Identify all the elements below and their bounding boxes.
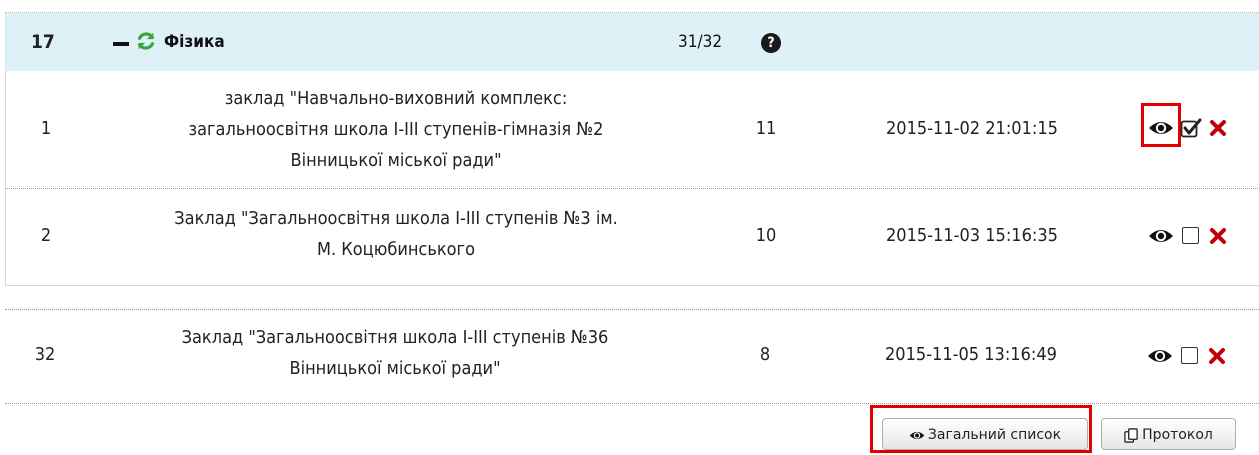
group-header-row: 17 Фізика 31/32 ? xyxy=(5,13,1259,71)
school-name-line: Вінницької міської ради" xyxy=(290,150,502,171)
group-number: 17 xyxy=(31,31,55,53)
protocol-button[interactable]: Протокол xyxy=(1101,418,1236,450)
table-row: 1 заклад "Навчально-виховний комплекс: з… xyxy=(5,71,1259,188)
score: 8 xyxy=(759,344,771,365)
school-name-line: Заклад "Загальноосвітня школа І-ІІІ ступ… xyxy=(181,327,609,348)
score: 10 xyxy=(755,225,777,246)
protocol-label: Протокол xyxy=(1142,427,1213,443)
school-name: Заклад "Загальноосвітня школа І-ІІІ ступ… xyxy=(115,322,675,384)
copy-icon xyxy=(1124,427,1138,443)
school-name: Заклад "Загальноосвітня школа І-ІІІ ступ… xyxy=(116,203,676,265)
checked-checkbox-icon[interactable] xyxy=(1180,117,1202,139)
school-name-line: загальноосвітня школа І-ІІІ ступенів-гім… xyxy=(188,119,604,140)
school-name-line: М. Коцюбинського xyxy=(317,239,475,260)
view-icon[interactable] xyxy=(1147,347,1173,365)
collapse-icon[interactable] xyxy=(113,42,129,46)
table-row: 32 Заклад "Загальноосвітня школа І-ІІІ с… xyxy=(5,309,1259,404)
help-icon[interactable]: ? xyxy=(761,33,781,53)
refresh-icon[interactable] xyxy=(135,30,157,52)
school-name-line: заклад "Навчально-виховний комплекс: xyxy=(224,88,568,109)
row-number: 2 xyxy=(40,225,52,246)
checkbox[interactable] xyxy=(1182,227,1199,244)
group-count: 31/32 xyxy=(678,32,723,52)
checkbox[interactable] xyxy=(1181,347,1198,364)
delete-icon[interactable] xyxy=(1209,119,1227,137)
table-row: 2 Заклад "Загальноосвітня школа І-ІІІ ст… xyxy=(5,188,1259,285)
delete-icon[interactable] xyxy=(1209,227,1227,245)
subject-title[interactable]: Фізика xyxy=(164,32,225,52)
row-divider xyxy=(5,285,1259,286)
row-actions xyxy=(935,345,1255,375)
row-actions xyxy=(936,225,1256,255)
school-name-line: Заклад "Загальноосвітня школа І-ІІІ ступ… xyxy=(174,208,618,229)
school-name: заклад "Навчально-виховний комплекс: заг… xyxy=(116,83,676,176)
score: 11 xyxy=(755,118,777,139)
delete-icon[interactable] xyxy=(1208,347,1226,365)
school-name-line: Вінницької міської ради" xyxy=(289,358,501,379)
row-actions xyxy=(936,103,1256,147)
general-list-label: Загальний список xyxy=(927,427,1062,443)
view-icon[interactable] xyxy=(1148,119,1174,137)
view-icon[interactable] xyxy=(1148,227,1174,245)
row-number: 1 xyxy=(40,118,52,139)
general-list-button[interactable]: Загальний список xyxy=(882,418,1088,450)
eye-icon xyxy=(909,431,925,439)
row-number: 32 xyxy=(34,344,56,365)
